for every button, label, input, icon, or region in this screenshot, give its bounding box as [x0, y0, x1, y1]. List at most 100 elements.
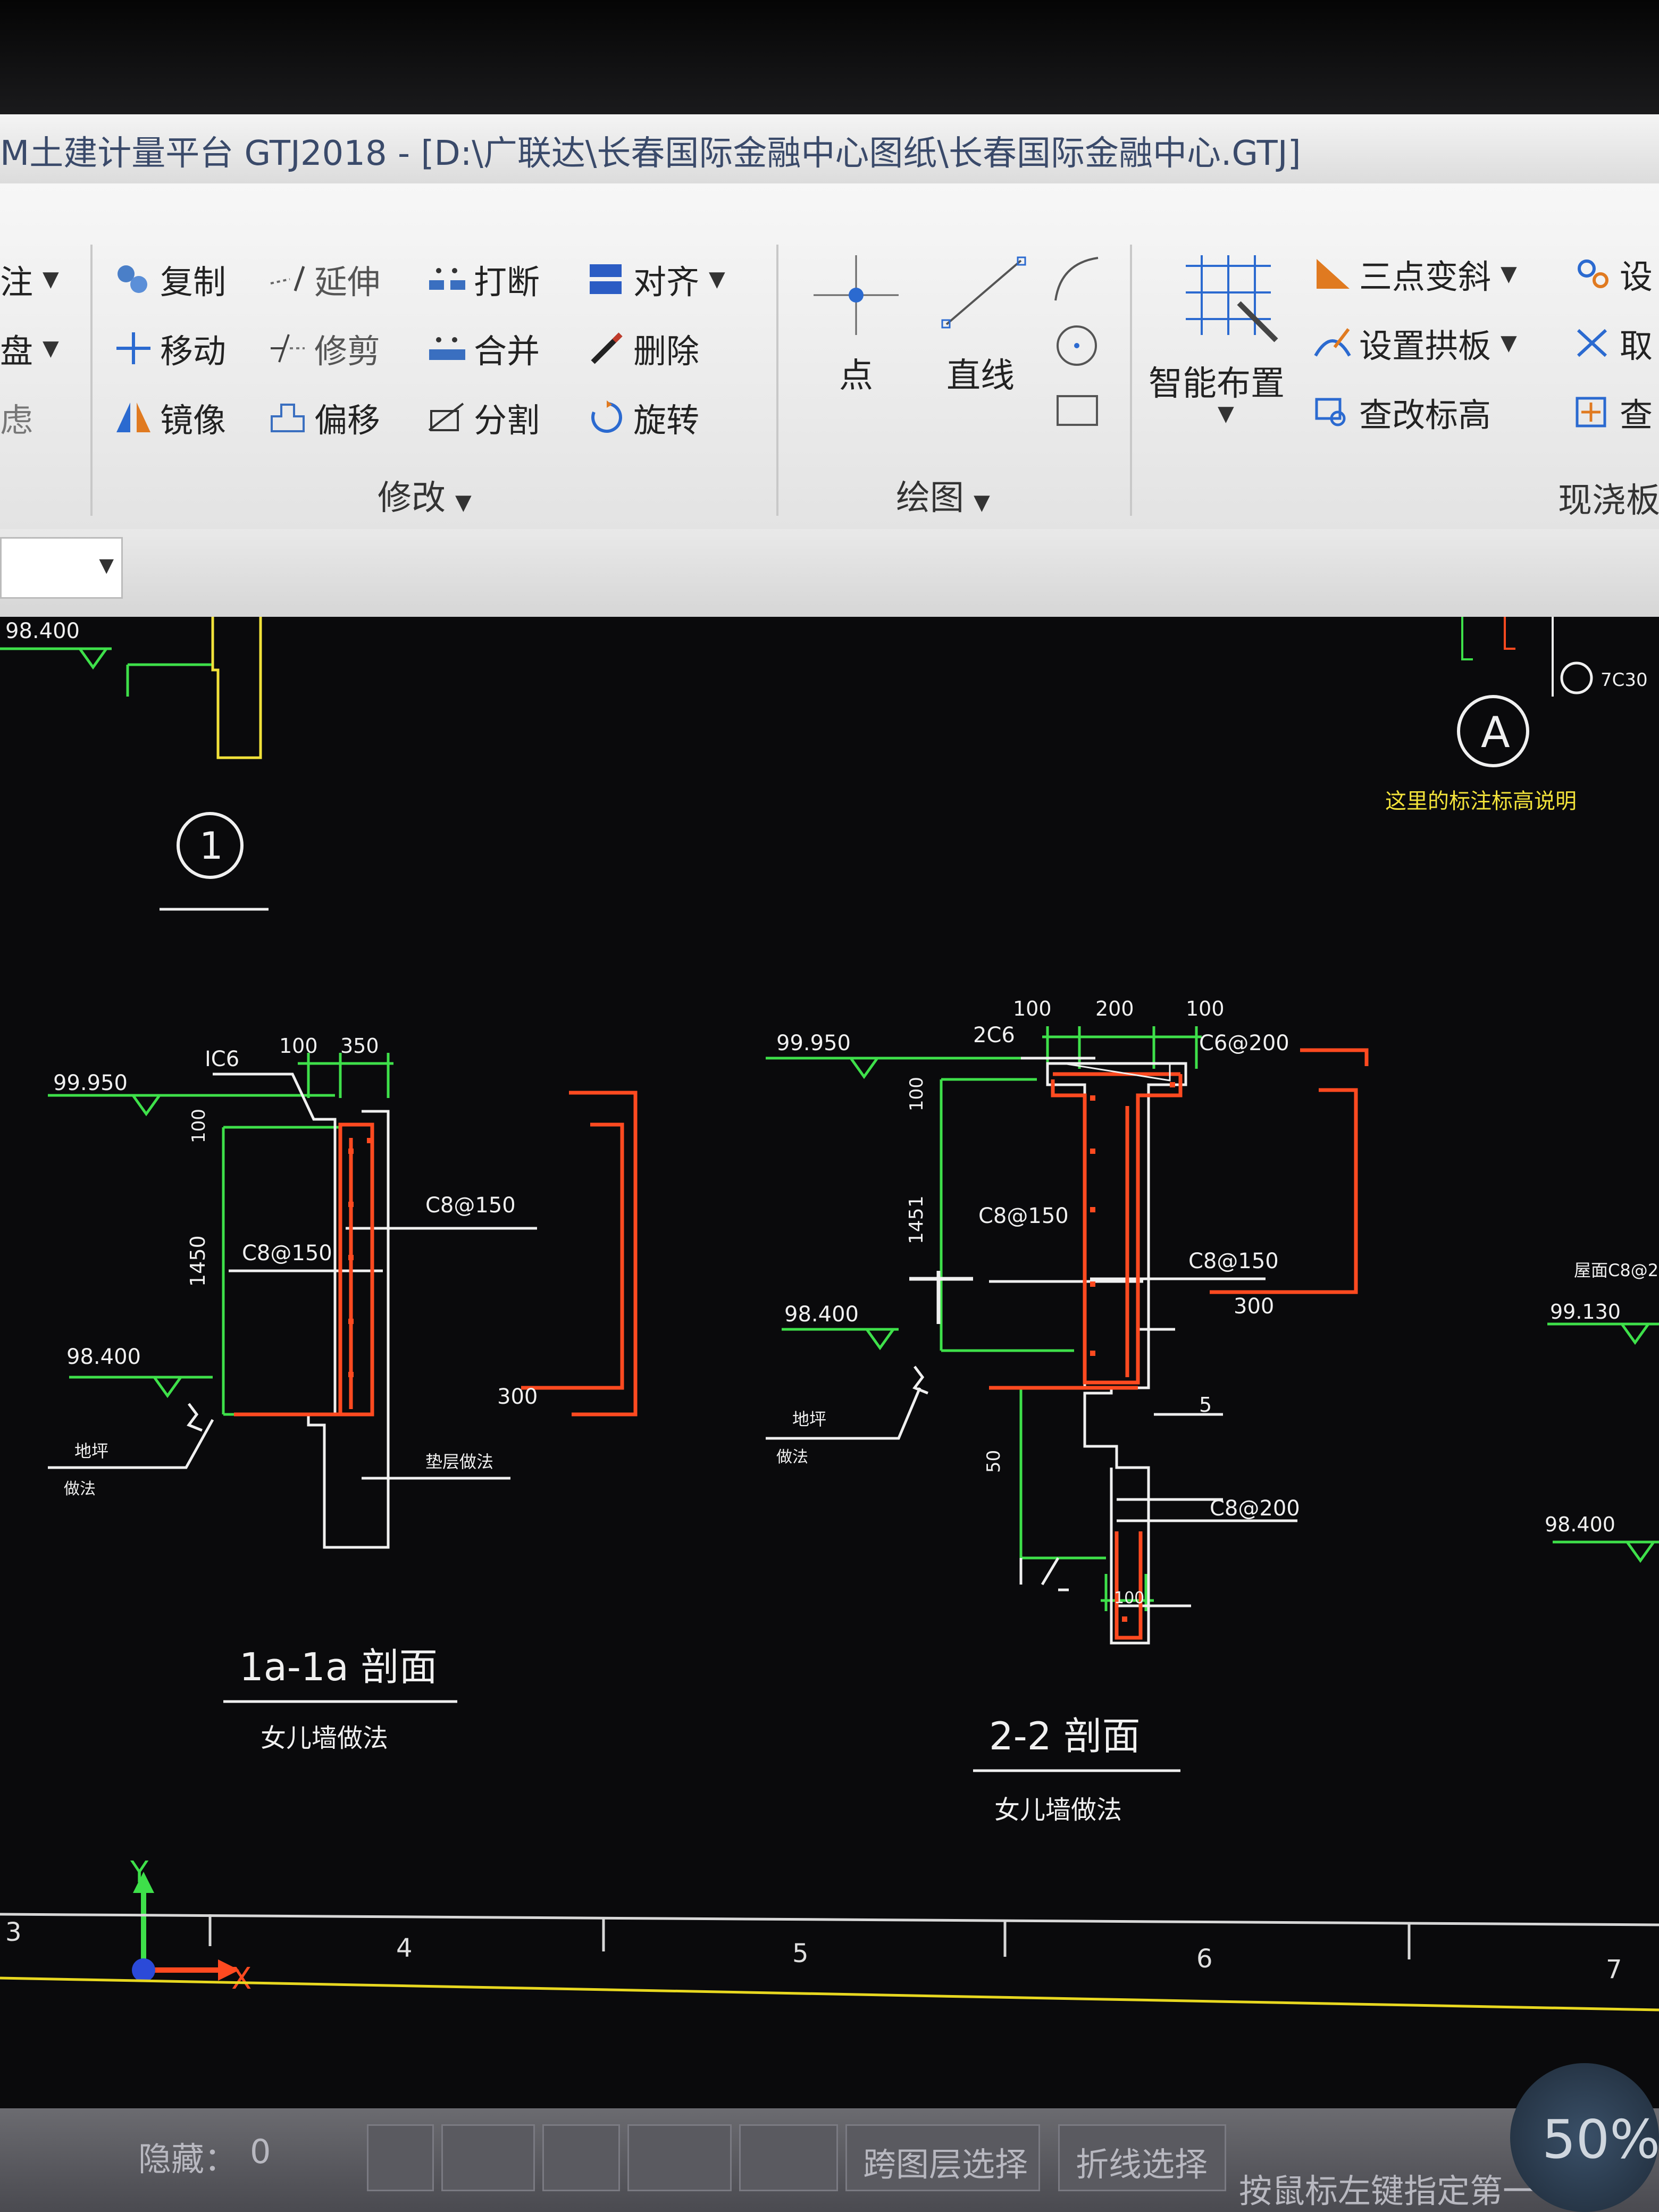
- screen-bezel: [0, 0, 1659, 114]
- settings-icon: [1574, 257, 1612, 291]
- point-button[interactable]: 点: [814, 255, 899, 396]
- rebar-label: C8@150: [242, 1241, 332, 1266]
- rebar-label: C8@150: [1188, 1249, 1279, 1273]
- layer-dropdown[interactable]: ▼: [0, 537, 123, 599]
- modify-group-label[interactable]: 修改 ▼: [378, 471, 472, 520]
- extend-label: 延伸: [314, 263, 381, 301]
- note-label: 做法: [64, 1480, 96, 1498]
- elevation-label: 99.130: [1550, 1300, 1621, 1323]
- slab-cut-label: 取: [1620, 326, 1653, 365]
- cross-layer-label: 跨图层选择: [863, 2145, 1028, 2184]
- ucs-axis-icon: Y X: [130, 1855, 252, 1996]
- edit-elevation-button[interactable]: 查改标高: [1313, 388, 1491, 436]
- eraser-icon: [588, 331, 626, 365]
- copy-button[interactable]: 复制: [114, 255, 226, 303]
- align-label: 对齐: [633, 263, 700, 301]
- rebar-label: C8@150: [978, 1204, 1069, 1228]
- three-point-slope-label: 三点变斜: [1359, 257, 1492, 296]
- dropdown-caret-icon: ▼: [455, 490, 472, 515]
- window-title: M土建计量平台 GTJ2018 - [D:\广联达\长春国际金融中心图纸\长春国…: [0, 134, 1301, 173]
- zoom-indicator[interactable]: 50%: [1510, 2063, 1659, 2212]
- circle-icon: [1057, 325, 1097, 366]
- top-left-elevation-mark: [0, 647, 213, 697]
- zoom-label: 50%: [1542, 2108, 1659, 2171]
- dimension-label: 100: [1114, 1589, 1144, 1607]
- axis-y-label: Y: [130, 1855, 149, 1890]
- trim-icon: [269, 331, 307, 365]
- dropdown-caret-icon: ▼: [1501, 331, 1517, 355]
- extend-button[interactable]: 延伸: [269, 255, 380, 303]
- polyline-select-label: 折线选择: [1076, 2145, 1208, 2184]
- dropdown-caret-icon: ▼: [709, 267, 725, 291]
- ruler-label: 4: [396, 1933, 413, 1963]
- modify-group-text: 修改: [378, 479, 446, 518]
- offset-button[interactable]: 偏移: [269, 393, 380, 441]
- rebar-label: IC6: [205, 1047, 239, 1071]
- smart-layout-label: 智能布置: [1149, 364, 1285, 404]
- draw-group-label[interactable]: 绘图 ▼: [896, 471, 990, 520]
- dimension-label: 200: [1095, 997, 1134, 1020]
- elevation-label: 98.400: [1545, 1513, 1615, 1536]
- mirror-button[interactable]: 镜像: [114, 393, 226, 441]
- dimension-label: 100: [279, 1034, 318, 1058]
- elevation-icon: [1313, 395, 1352, 429]
- section-subtitle: 女儿墙做法: [994, 1795, 1122, 1825]
- smart-layout-button[interactable]: 智能布置 ▼: [1149, 255, 1308, 468]
- set-arch-slab-button[interactable]: 设置拱板 ▼: [1313, 319, 1517, 367]
- merge-icon: [428, 331, 466, 365]
- delete-button[interactable]: 删除: [588, 324, 699, 372]
- grid-toggle-button[interactable]: [441, 2124, 535, 2191]
- cad-drawing[interactable]: 98.400 1 7C30 A 这里的标注标高说明 99.950 IC6 100…: [0, 617, 1659, 2127]
- delete-label: 删除: [633, 332, 700, 371]
- yellow-note: 这里的标注标高说明: [1385, 789, 1577, 814]
- slab-cut-button-2[interactable]: 取: [1574, 319, 1653, 367]
- ribbon-cut-label: 虑: [0, 401, 33, 440]
- ruler-label: 3: [5, 1917, 22, 1947]
- hidden-count-value: 0: [250, 2132, 271, 2171]
- slab-cut-label: 查: [1620, 396, 1653, 434]
- ribbon-separator: [1130, 245, 1132, 516]
- three-point-slope-button[interactable]: 三点变斜 ▼: [1313, 250, 1517, 298]
- cross-toggle-button[interactable]: [542, 2124, 620, 2191]
- split-button[interactable]: 分割: [428, 393, 540, 441]
- rectangle-button[interactable]: [1050, 386, 1103, 433]
- mirror-label: 镜像: [160, 401, 227, 440]
- section-2-2: 99.950 2C6 100 200 100 C6@200 C8@150 C8@…: [766, 997, 1369, 1825]
- break-button[interactable]: 打断: [428, 255, 540, 303]
- ribbon-cut-item-2[interactable]: 盘 ▼: [0, 324, 59, 372]
- dimension-label: 50: [983, 1450, 1004, 1473]
- dimension-label: 1451: [906, 1195, 927, 1244]
- trim-button[interactable]: 修剪: [269, 324, 380, 372]
- snap-toggle-button[interactable]: [367, 2124, 434, 2191]
- align-button[interactable]: 对齐 ▼: [588, 255, 725, 303]
- triangle-slope-icon: [1313, 257, 1352, 291]
- arc-icon: [1054, 257, 1099, 301]
- copy-label: 复制: [160, 263, 227, 301]
- cast-slab-group-label[interactable]: 现浇板: [1558, 473, 1659, 522]
- line-label: 直线: [946, 356, 1015, 396]
- cross-layer-select-button[interactable]: 跨图层选择: [845, 2124, 1040, 2191]
- slab-cut-button-1[interactable]: 设: [1574, 250, 1653, 298]
- note-label: 地坪: [792, 1409, 826, 1429]
- polyline-select-button[interactable]: 折线选择: [1058, 2124, 1226, 2191]
- arch-slab-icon: [1313, 326, 1352, 360]
- top-left-wall-outline: [211, 617, 262, 759]
- top-right-mark-red: [1504, 617, 1515, 650]
- merge-label: 合并: [474, 332, 540, 371]
- ribbon-cut-item-3[interactable]: 虑: [0, 393, 33, 441]
- move-label: 移动: [160, 332, 227, 371]
- rotate-button[interactable]: 旋转: [588, 393, 699, 441]
- circle-button[interactable]: [1050, 319, 1103, 372]
- angle-toggle-button[interactable]: [627, 2124, 732, 2191]
- arc-button[interactable]: [1050, 253, 1103, 306]
- note-label: 做法: [776, 1448, 808, 1467]
- title-bar: M土建计量平台 GTJ2018 - [D:\广联达\长春国际金融中心图纸\长春国…: [0, 114, 1659, 183]
- ribbon-cut-item-1[interactable]: 注 ▼: [0, 255, 59, 303]
- merge-button[interactable]: 合并: [428, 324, 540, 372]
- ribbon-cut-label: 注: [0, 263, 33, 301]
- move-button[interactable]: 移动: [114, 324, 226, 372]
- slab-cut-button-3[interactable]: 查: [1574, 388, 1653, 436]
- offset-toggle-button[interactable]: [739, 2124, 838, 2191]
- line-button[interactable]: 直线: [936, 255, 1032, 396]
- align-icon: [588, 262, 626, 296]
